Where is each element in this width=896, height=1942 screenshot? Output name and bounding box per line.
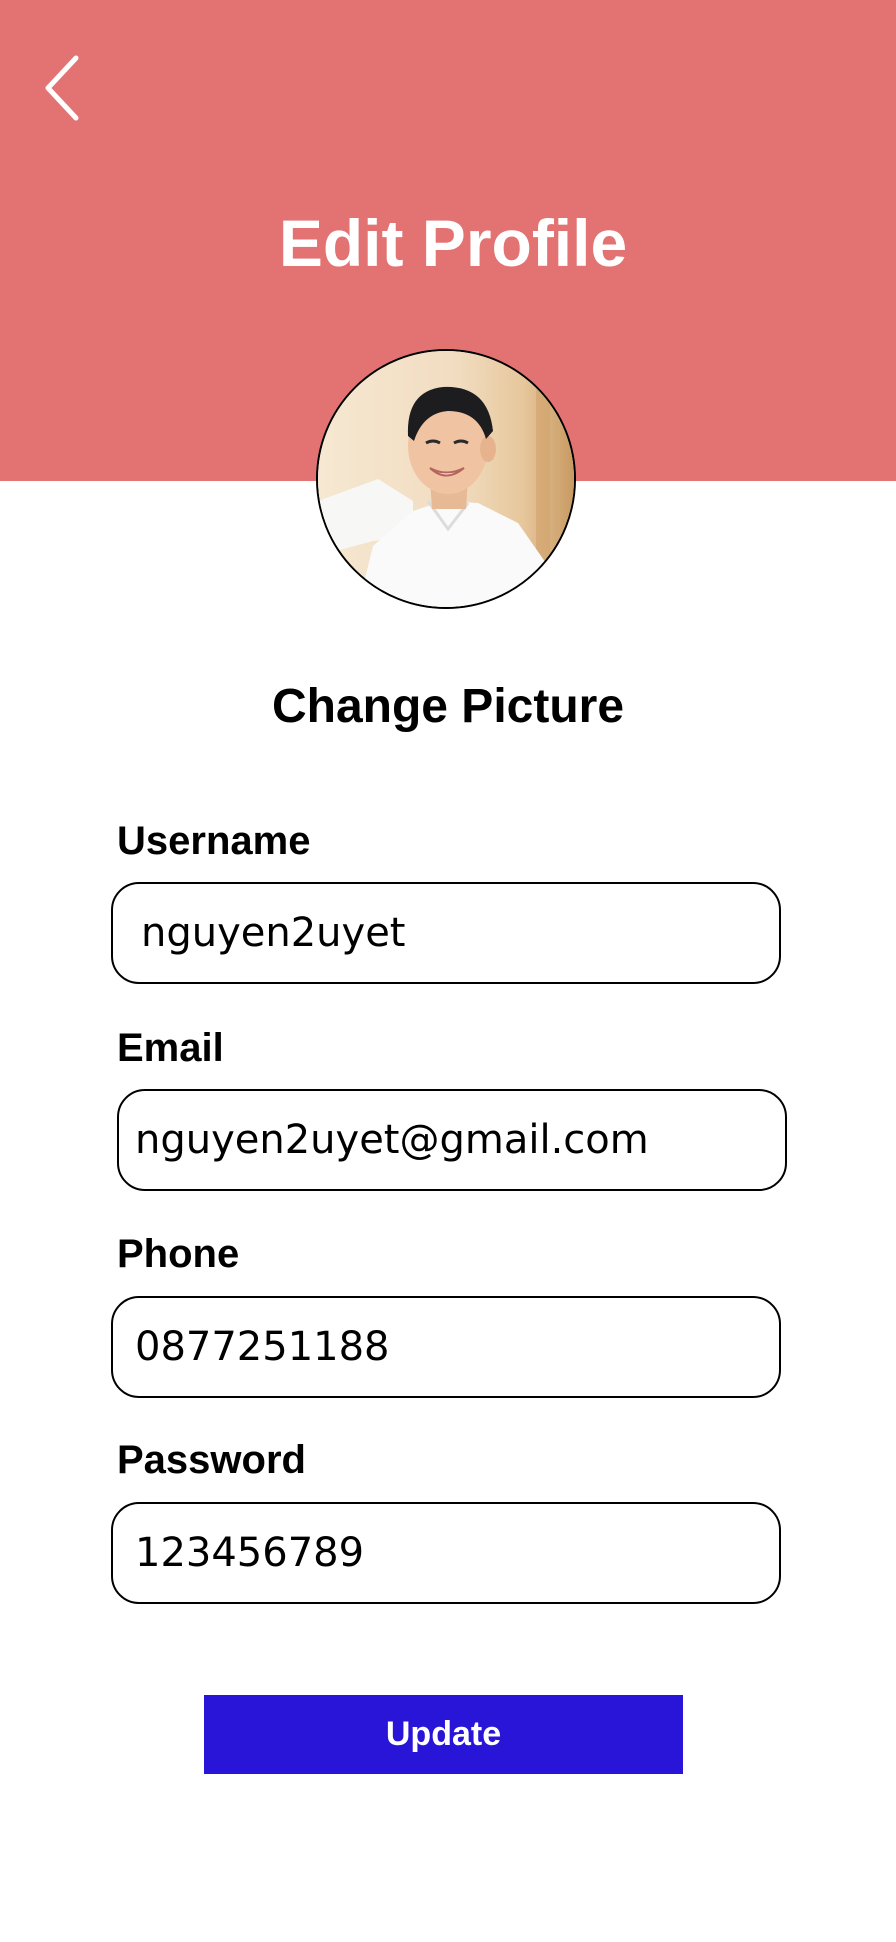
update-button[interactable]: Update bbox=[204, 1695, 683, 1774]
chevron-left-icon bbox=[45, 55, 79, 121]
back-button[interactable] bbox=[38, 50, 88, 126]
email-label: Email bbox=[117, 1026, 224, 1070]
phone-label: Phone bbox=[117, 1232, 240, 1276]
change-picture-link[interactable]: Change Picture bbox=[0, 672, 896, 742]
password-input[interactable] bbox=[111, 1502, 781, 1604]
password-label: Password bbox=[117, 1438, 306, 1482]
phone-input[interactable] bbox=[111, 1296, 781, 1398]
username-input[interactable] bbox=[111, 882, 781, 984]
username-label: Username bbox=[117, 819, 311, 863]
profile-photo bbox=[318, 351, 574, 607]
email-input[interactable] bbox=[117, 1089, 787, 1191]
avatar[interactable] bbox=[316, 349, 576, 609]
page-title: Edit Profile bbox=[278, 206, 628, 280]
